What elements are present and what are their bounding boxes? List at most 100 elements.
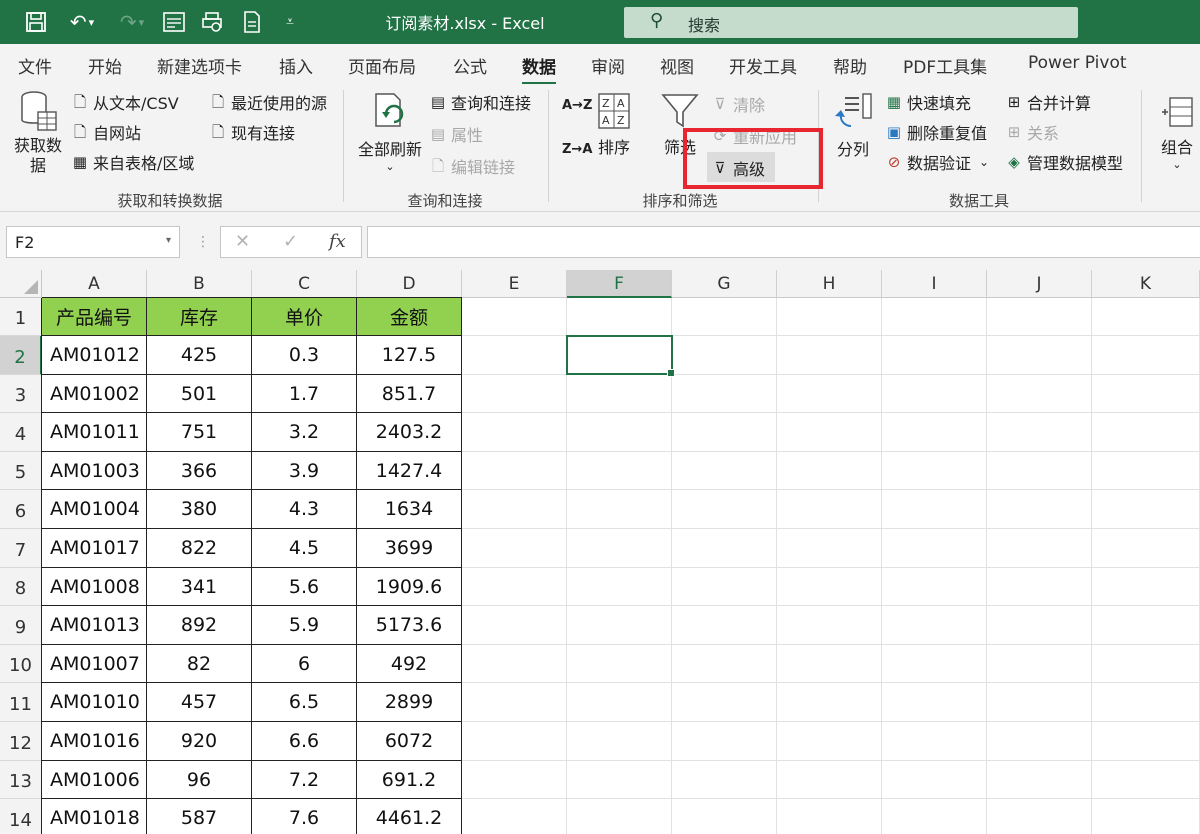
cell-j8[interactable]: [987, 568, 1092, 606]
cell-a9[interactable]: AM01013: [42, 606, 147, 645]
cell-d8[interactable]: 1909.6: [357, 568, 462, 606]
cell-d14[interactable]: 4461.2: [357, 799, 462, 834]
cell-b8[interactable]: 341: [147, 568, 252, 606]
cell-e4[interactable]: [462, 413, 567, 452]
cell-e5[interactable]: [462, 452, 567, 490]
cell-d11[interactable]: 2899: [357, 683, 462, 722]
refresh-all-button[interactable]: 全部刷新 ⌄: [354, 92, 426, 173]
cell-i1[interactable]: [882, 298, 987, 336]
cell-h8[interactable]: [777, 568, 882, 606]
splitter-icon[interactable]: ⋮: [196, 234, 210, 250]
print-preview-icon[interactable]: [198, 8, 226, 36]
cell-k4[interactable]: [1092, 413, 1200, 452]
tab-page-layout[interactable]: 页面布局: [348, 53, 416, 78]
cell-f4[interactable]: [567, 413, 672, 452]
cell-g4[interactable]: [672, 413, 777, 452]
from-table-button[interactable]: ▦ 来自表格/区域: [70, 150, 195, 174]
cell-k7[interactable]: [1092, 529, 1200, 568]
cell-c13[interactable]: 7.2: [252, 761, 357, 799]
row-header-4[interactable]: 4: [0, 413, 42, 452]
undo-icon[interactable]: ↶ ▾: [62, 8, 102, 36]
document-icon[interactable]: [238, 8, 266, 36]
cell-h7[interactable]: [777, 529, 882, 568]
column-header-e[interactable]: E: [462, 270, 567, 298]
cell-a3[interactable]: AM01002: [42, 375, 147, 413]
tab-pdf-tools[interactable]: PDF工具集: [903, 53, 987, 78]
row-header-7[interactable]: 7: [0, 529, 42, 568]
cell-e12[interactable]: [462, 722, 567, 761]
formula-input[interactable]: [367, 226, 1200, 258]
cell-c6[interactable]: 4.3: [252, 490, 357, 529]
cell-a12[interactable]: AM01016: [42, 722, 147, 761]
cell-d13[interactable]: 691.2: [357, 761, 462, 799]
cell-c4[interactable]: 3.2: [252, 413, 357, 452]
column-header-h[interactable]: H: [777, 270, 882, 298]
cell-b7[interactable]: 822: [147, 529, 252, 568]
cell-g1[interactable]: [672, 298, 777, 336]
row-header-3[interactable]: 3: [0, 375, 42, 413]
cell-a7[interactable]: AM01017: [42, 529, 147, 568]
cell-i3[interactable]: [882, 375, 987, 413]
search-box[interactable]: ⚲ 搜索: [624, 7, 1078, 38]
cell-a14[interactable]: AM01018: [42, 799, 147, 834]
cell-f10[interactable]: [567, 645, 672, 683]
cell-h5[interactable]: [777, 452, 882, 490]
sort-az-button[interactable]: A→Z: [562, 98, 592, 113]
cell-c12[interactable]: 6.6: [252, 722, 357, 761]
cell-b13[interactable]: 96: [147, 761, 252, 799]
cell-k13[interactable]: [1092, 761, 1200, 799]
cell-d2[interactable]: 127.5: [357, 336, 462, 375]
cell-e1[interactable]: [462, 298, 567, 336]
column-header-g[interactable]: G: [672, 270, 777, 298]
cell-d12[interactable]: 6072: [357, 722, 462, 761]
cell-h6[interactable]: [777, 490, 882, 529]
cell-g2[interactable]: [672, 336, 777, 375]
cell-c3[interactable]: 1.7: [252, 375, 357, 413]
cell-g5[interactable]: [672, 452, 777, 490]
tab-developer[interactable]: 开发工具: [729, 53, 797, 78]
column-header-c[interactable]: C: [252, 270, 357, 298]
cell-e7[interactable]: [462, 529, 567, 568]
cell-h10[interactable]: [777, 645, 882, 683]
cell-j13[interactable]: [987, 761, 1092, 799]
cell-j1[interactable]: [987, 298, 1092, 336]
cell-k2[interactable]: [1092, 336, 1200, 375]
cell-a11[interactable]: AM01010: [42, 683, 147, 722]
row-header-13[interactable]: 13: [0, 761, 42, 799]
cell-c1[interactable]: 单价: [252, 298, 357, 336]
cell-a10[interactable]: AM01007: [42, 645, 147, 683]
get-data-button[interactable]: 获取数据: [10, 90, 66, 176]
cell-j6[interactable]: [987, 490, 1092, 529]
cell-a1[interactable]: 产品编号: [42, 298, 147, 336]
cell-a13[interactable]: AM01006: [42, 761, 147, 799]
cell-k11[interactable]: [1092, 683, 1200, 722]
cell-j12[interactable]: [987, 722, 1092, 761]
cell-i7[interactable]: [882, 529, 987, 568]
cell-i8[interactable]: [882, 568, 987, 606]
cell-d7[interactable]: 3699: [357, 529, 462, 568]
column-header-d[interactable]: D: [357, 270, 462, 298]
cell-b12[interactable]: 920: [147, 722, 252, 761]
cell-j4[interactable]: [987, 413, 1092, 452]
select-all-button[interactable]: [0, 270, 42, 298]
sort-button[interactable]: ZAAZ 排序: [593, 92, 635, 158]
from-text-csv-button[interactable]: 🗋 从文本/CSV: [70, 90, 179, 114]
cell-k8[interactable]: [1092, 568, 1200, 606]
customize-qat-icon[interactable]: ⩡: [276, 8, 304, 36]
tab-data[interactable]: 数据: [522, 53, 556, 85]
cell-e14[interactable]: [462, 799, 567, 834]
flash-fill-button[interactable]: ▦ 快速填充: [884, 90, 971, 114]
cell-f8[interactable]: [567, 568, 672, 606]
queries-connections-button[interactable]: ▤ 查询和连接: [428, 90, 531, 114]
cell-g11[interactable]: [672, 683, 777, 722]
save-icon[interactable]: [22, 8, 50, 36]
cell-f11[interactable]: [567, 683, 672, 722]
cell-h4[interactable]: [777, 413, 882, 452]
cell-c8[interactable]: 5.6: [252, 568, 357, 606]
cell-g13[interactable]: [672, 761, 777, 799]
tab-view[interactable]: 视图: [660, 53, 694, 78]
cell-f5[interactable]: [567, 452, 672, 490]
consolidate-button[interactable]: ⊞ 合并计算: [1004, 90, 1091, 114]
cell-d1[interactable]: 金额: [357, 298, 462, 336]
cell-c2[interactable]: 0.3: [252, 336, 357, 375]
